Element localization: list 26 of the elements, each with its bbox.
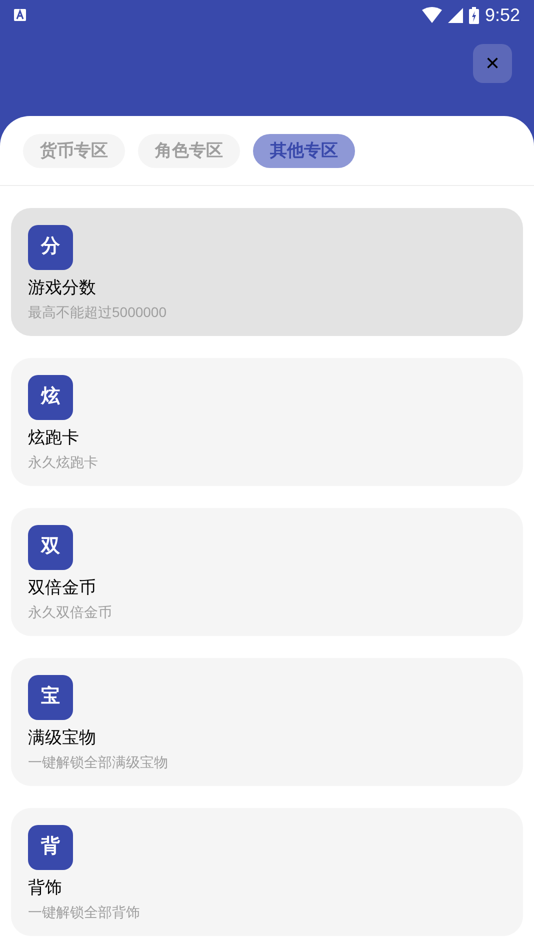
item-title: 游戏分数 [28, 277, 96, 299]
item-badge: 背 [28, 825, 73, 870]
wifi-icon [422, 7, 442, 23]
item-badge: 双 [28, 525, 73, 570]
item-title: 背饰 [28, 877, 62, 899]
item-subtitle: 最高不能超过5000000 [28, 303, 167, 322]
item-badge: 宝 [28, 675, 73, 720]
item-title: 双倍金币 [28, 577, 96, 599]
item-card[interactable]: 宝 满级宝物 一键解锁全部满级宝物 [11, 658, 523, 786]
status-time: 9:52 [484, 4, 520, 26]
item-subtitle: 永久双倍金币 [28, 603, 112, 622]
item-title: 炫跑卡 [28, 427, 79, 449]
item-badge: 炫 [28, 375, 73, 420]
item-subtitle: 永久炫跑卡 [28, 453, 98, 472]
item-subtitle: 一键解锁全部背饰 [28, 903, 140, 922]
item-card[interactable]: 炫 炫跑卡 永久炫跑卡 [11, 358, 523, 486]
close-button[interactable]: × [473, 44, 512, 83]
item-subtitle: 一键解锁全部满级宝物 [28, 753, 168, 772]
item-card[interactable]: 背 背饰 一键解锁全部背饰 [11, 808, 523, 936]
item-badge: 分 [28, 225, 73, 270]
item-card[interactable]: 分 游戏分数 最高不能超过5000000 [11, 208, 523, 336]
app-notification-icon [14, 9, 26, 21]
battery-icon [468, 6, 479, 24]
signal-icon [448, 8, 463, 22]
item-card[interactable]: 双 双倍金币 永久双倍金币 [11, 508, 523, 636]
item-title: 满级宝物 [28, 727, 96, 749]
